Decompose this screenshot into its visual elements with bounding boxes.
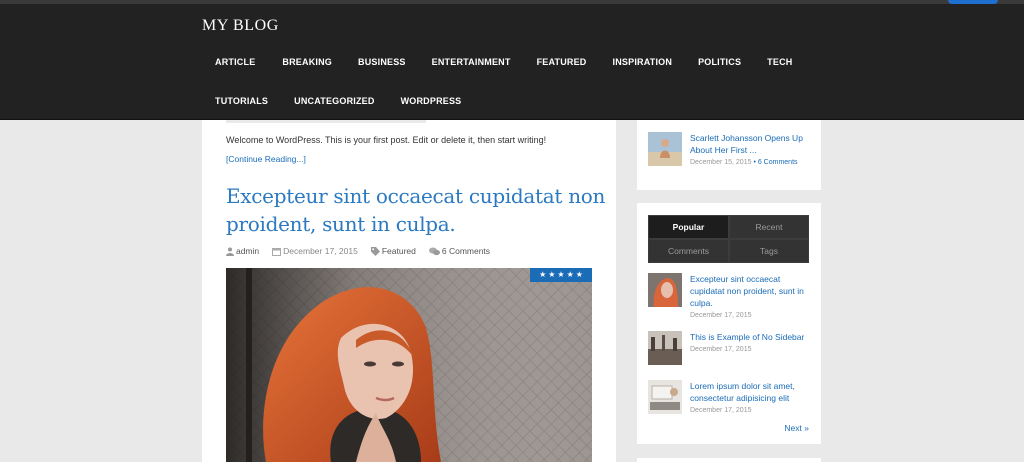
post-thumbnail[interactable] xyxy=(648,331,682,365)
nav-item-uncategorized[interactable]: UNCATEGORIZED xyxy=(281,95,387,107)
post-author-name: admin xyxy=(236,246,260,256)
popular-post-item: This is Example of No Sidebar December 1… xyxy=(648,331,816,365)
sidebar-post-date-text: December 15, 2015 xyxy=(690,159,752,166)
sidebar-tabs: Popular Recent Comments Tags xyxy=(648,215,809,263)
nav-item-wordpress[interactable]: WORDPRESS xyxy=(388,95,475,107)
post-thumbnail[interactable] xyxy=(648,273,682,307)
previous-post-meta xyxy=(226,120,426,123)
continue-reading-link[interactable]: [Continue Reading...] xyxy=(226,154,306,164)
post-author[interactable]: admin xyxy=(226,246,259,256)
sidebar-tabs-widget: Popular Recent Comments Tags Excepteur s… xyxy=(637,203,821,444)
sidebar-post: Scarlett Johansson Opens Up About Her Fi… xyxy=(648,132,816,168)
popular-post-title[interactable]: Excepteur sint occaecat cupidatat non pr… xyxy=(690,273,816,309)
nav-item-politics[interactable]: POLITICS xyxy=(685,56,754,68)
nav-item-tech[interactable]: TECH xyxy=(754,56,805,68)
site-title[interactable]: MY BLOG xyxy=(202,17,279,35)
popular-post-date: December 17, 2015 xyxy=(690,312,752,319)
sidebar-post-title[interactable]: Scarlett Johansson Opens Up About Her Fi… xyxy=(690,132,816,156)
star-icon: ★ xyxy=(548,270,556,279)
tab-comments[interactable]: Comments xyxy=(648,239,729,263)
sidebar-widget-top: Scarlett Johansson Opens Up About Her Fi… xyxy=(637,120,821,190)
sidebar-post-comments-link[interactable]: 6 Comments xyxy=(758,159,798,166)
sidebar-widget-bottom xyxy=(637,458,821,462)
post-date-text: December 17, 2015 xyxy=(283,246,358,256)
primary-nav-row-1: ARTICLE BREAKING BUSINESS ENTERTAINMENT … xyxy=(202,56,805,68)
tab-recent[interactable]: Recent xyxy=(729,215,809,239)
post-excerpt: Welcome to WordPress. This is your first… xyxy=(226,135,547,145)
thumbnail-image xyxy=(648,273,682,307)
sidebar-post-date: December 15, 2015 • 6 Comments xyxy=(690,157,816,168)
post-comments-text: 6 Comments xyxy=(441,246,491,256)
nav-item-article[interactable]: ARTICLE xyxy=(202,56,268,68)
thumbnail-image xyxy=(648,331,682,365)
post-date: December 17, 2015 xyxy=(272,246,358,256)
star-icon: ★ xyxy=(575,270,583,279)
primary-nav-row-2: TUTORIALS UNCATEGORIZED WORDPRESS xyxy=(202,95,474,107)
star-icon: ★ xyxy=(566,270,574,279)
tag-icon xyxy=(370,246,380,256)
nav-item-breaking[interactable]: BREAKING xyxy=(268,56,345,68)
star-icon: ★ xyxy=(539,270,547,279)
meta-separator: • xyxy=(753,159,756,166)
main-content: Welcome to WordPress. This is your first… xyxy=(202,120,616,462)
tab-popular[interactable]: Popular xyxy=(648,215,729,239)
calendar-icon xyxy=(272,247,282,256)
popular-post-title[interactable]: Lorem ipsum dolor sit amet, consectetur … xyxy=(690,380,816,404)
post-title[interactable]: Excepteur sint occaecat cupidatat non pr… xyxy=(226,182,606,238)
nav-item-business[interactable]: BUSINESS xyxy=(345,56,419,68)
post-category[interactable]: Featured xyxy=(370,246,416,256)
post-comments[interactable]: 6 Comments xyxy=(428,246,491,256)
rating-badge: ★ ★ ★ ★ ★ xyxy=(530,268,592,282)
post-category-text: Featured xyxy=(381,246,416,256)
comments-icon xyxy=(428,247,440,255)
user-icon xyxy=(226,247,234,256)
popular-post-item: Excepteur sint occaecat cupidatat non pr… xyxy=(648,273,816,321)
post-thumbnail[interactable] xyxy=(648,380,682,414)
featured-image[interactable]: ★ ★ ★ ★ ★ xyxy=(226,268,592,462)
popular-post-item: Lorem ipsum dolor sit amet, consectetur … xyxy=(648,380,816,416)
next-page-link[interactable]: Next » xyxy=(784,423,809,433)
nav-item-tutorials[interactable]: TUTORIALS xyxy=(202,95,281,107)
site-header: MY BLOG ARTICLE BREAKING BUSINESS ENTERT… xyxy=(0,4,1024,120)
nav-item-featured[interactable]: FEATURED xyxy=(524,56,600,68)
thumbnail-image xyxy=(648,380,682,414)
star-icon: ★ xyxy=(557,270,565,279)
thumbnail-image xyxy=(648,132,682,166)
nav-item-entertainment[interactable]: ENTERTAINMENT xyxy=(419,56,524,68)
popular-post-date: December 17, 2015 xyxy=(690,407,752,414)
tab-tags[interactable]: Tags xyxy=(729,239,809,263)
featured-photo xyxy=(226,268,592,462)
popular-post-title[interactable]: This is Example of No Sidebar xyxy=(690,331,816,343)
nav-item-inspiration[interactable]: INSPIRATION xyxy=(600,56,686,68)
popular-post-date: December 17, 2015 xyxy=(690,346,752,353)
post-meta: admin December 17, 2015 Featured 6 Comme… xyxy=(226,246,503,256)
post-thumbnail[interactable] xyxy=(648,132,682,166)
